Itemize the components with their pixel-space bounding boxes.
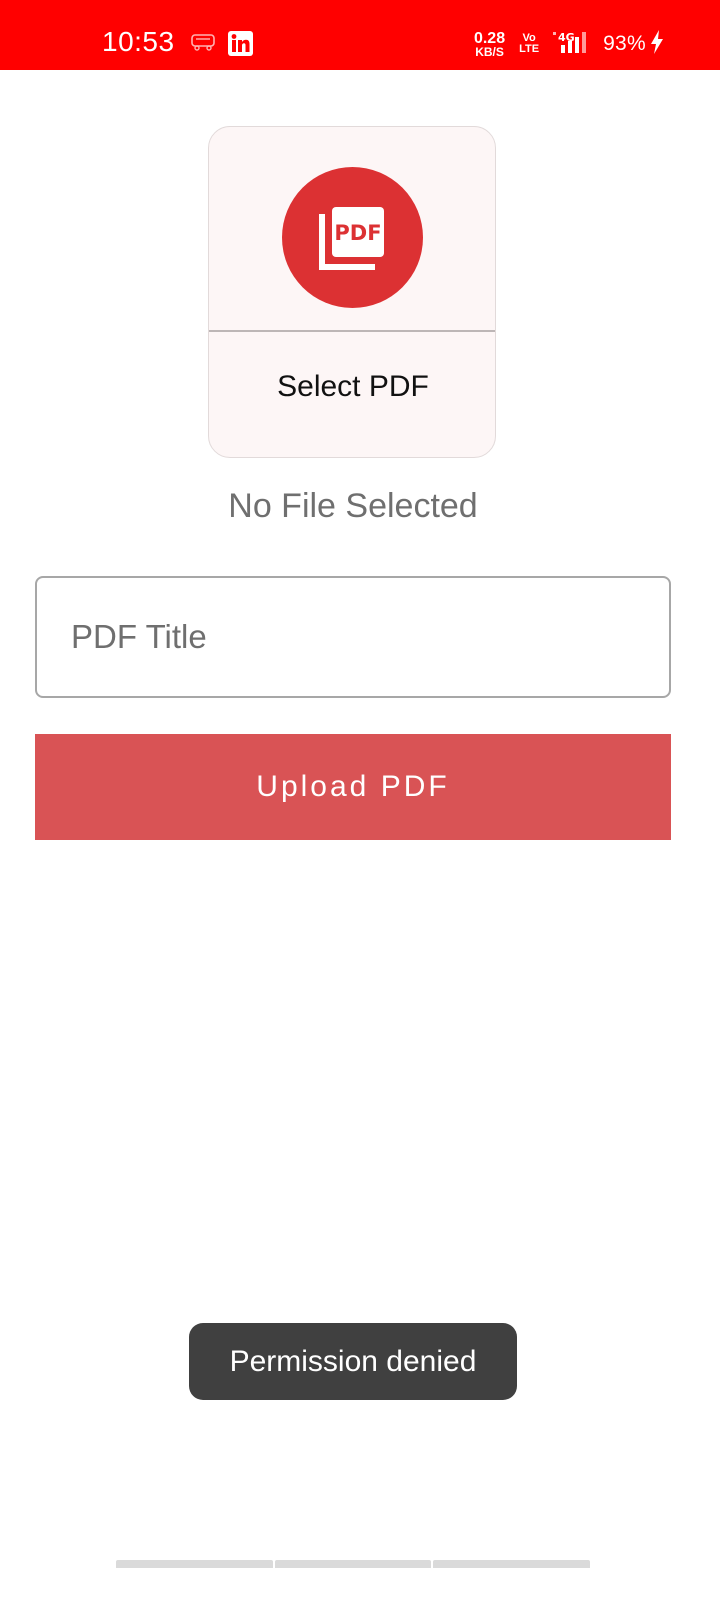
network-speed: 0.28 KB/S xyxy=(473,29,506,59)
toast-message: Permission denied xyxy=(189,1323,517,1400)
signal-icon: 4G xyxy=(553,29,589,60)
network-speed-unit: KB/S xyxy=(475,44,504,59)
gesture-bar-segment-left xyxy=(116,1560,273,1568)
select-pdf-label: Select PDF xyxy=(277,370,429,403)
car-notification-icon xyxy=(190,32,216,57)
battery-level: 93% xyxy=(603,32,646,55)
network-speed-value: 0.28 xyxy=(473,29,506,47)
pdf-icon: PDF xyxy=(319,207,384,270)
select-pdf-card[interactable]: PDF Select PDF xyxy=(208,126,496,458)
volte-icon: Vo LTE xyxy=(519,33,539,55)
status-bar: 10:53 0.28 KB/S Vo LTE 4G 93% xyxy=(0,0,720,70)
gesture-bar-segment-right xyxy=(433,1560,591,1568)
upload-pdf-screen: 10:53 0.28 KB/S Vo LTE 4G 93% PDF Select… xyxy=(0,0,720,1600)
volte-bottom: LTE xyxy=(519,43,540,55)
charging-icon xyxy=(650,29,664,59)
file-status-text: No File Selected xyxy=(228,487,478,525)
status-indicators: 0.28 KB/S Vo LTE 4G 93% xyxy=(474,24,664,64)
card-divider xyxy=(209,330,495,332)
svg-text:4G: 4G xyxy=(558,31,575,44)
svg-text:PDF: PDF xyxy=(334,221,381,245)
pdf-title-field[interactable] xyxy=(35,576,671,698)
upload-pdf-button[interactable]: Upload PDF xyxy=(35,734,671,840)
navigation-gesture-bar[interactable] xyxy=(116,1560,591,1568)
status-time: 10:53 xyxy=(102,26,175,57)
linkedin-icon xyxy=(228,31,253,61)
pdf-title-input[interactable] xyxy=(37,578,669,696)
gesture-bar-segment-middle xyxy=(274,1560,432,1568)
pdf-icon-circle: PDF xyxy=(282,167,423,308)
